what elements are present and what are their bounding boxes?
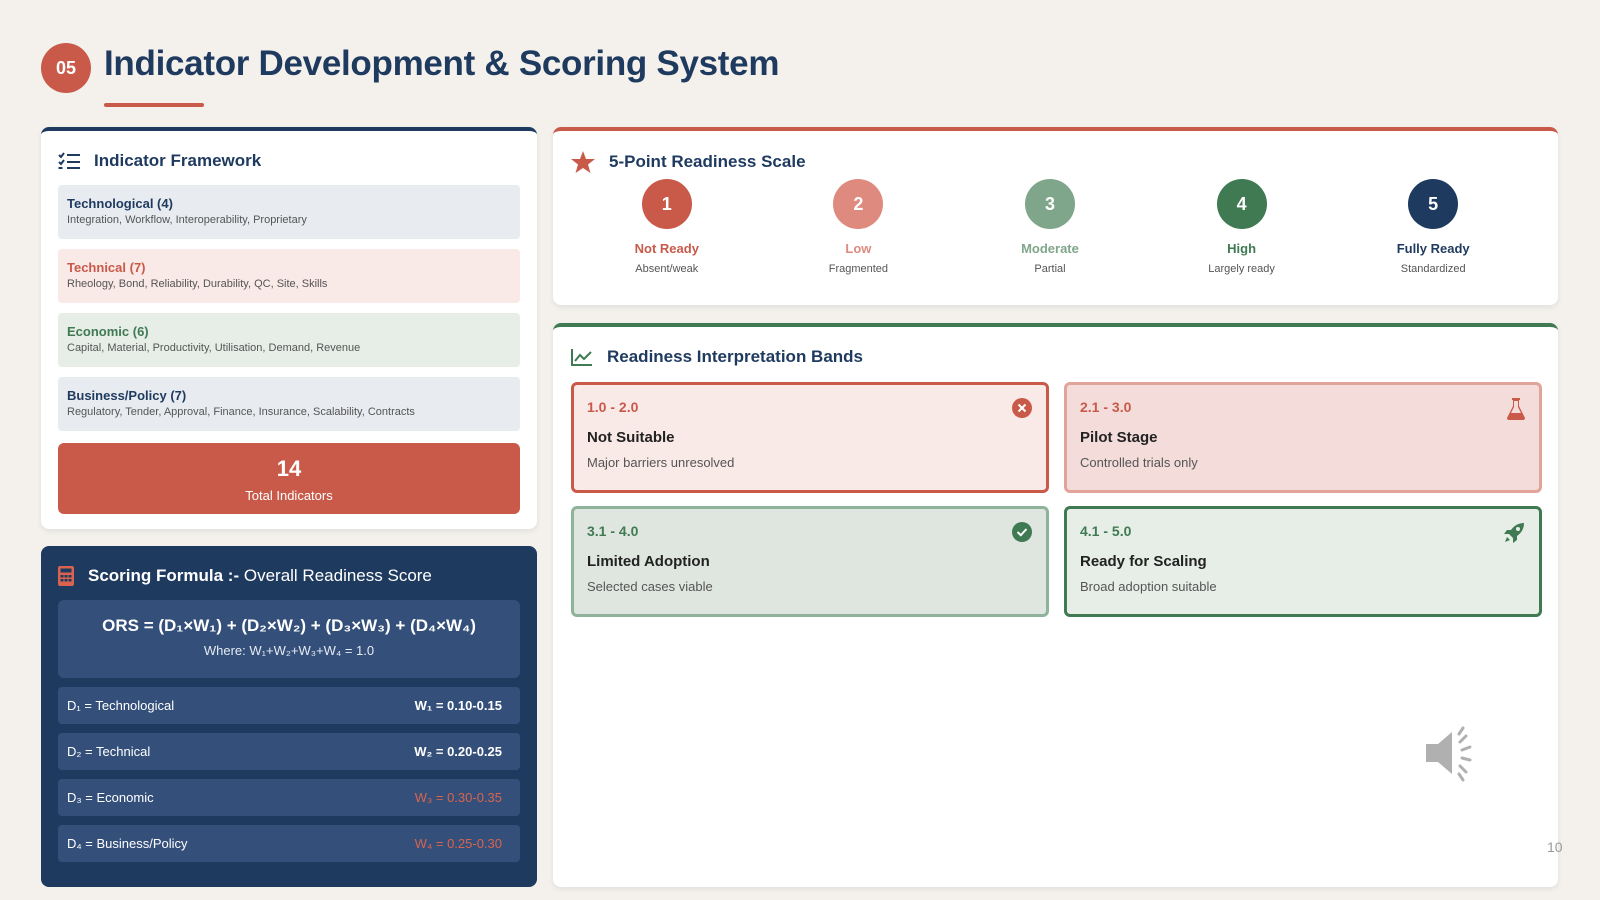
scale-level-label: Low (845, 241, 872, 256)
band-desc: Controlled trials only (1080, 455, 1198, 470)
scale-level-circle: 2 (833, 179, 884, 229)
band-desc: Broad adoption suitable (1080, 579, 1217, 594)
dimension-name: D₄ = Business/Policy (67, 836, 188, 851)
scale-levels: 1 Not Ready Absent/weak 2 Low Fragmented… (571, 179, 1541, 275)
framework-item-technical: Technical (7) Rheology, Bond, Reliabilit… (58, 249, 520, 303)
dimension-row-business-policy: D₄ = Business/Policy W₄ = 0.25-0.30 (58, 825, 520, 862)
bands-header: Readiness Interpretation Bands (571, 347, 1541, 367)
band-pilot-stage: 2.1 - 3.0 Pilot Stage Controlled trials … (1064, 382, 1542, 493)
band-range: 4.1 - 5.0 (1080, 523, 1132, 539)
list-check-icon (58, 152, 80, 169)
framework-list: Technological (4) Integration, Workflow,… (58, 185, 520, 431)
framework-item-subtitle: Rheology, Bond, Reliability, Durability,… (67, 278, 328, 290)
total-indicators-value: 14 (276, 456, 302, 481)
scale-level-label: Fully Ready (1396, 241, 1470, 256)
dimension-weight: W₄ = 0.25-0.30 (414, 836, 502, 851)
dimension-weight: W₁ = 0.10-0.15 (414, 698, 502, 713)
scale-level-label: Not Ready (634, 241, 699, 256)
scale-level-label: High (1227, 241, 1257, 256)
bands-grid: 1.0 - 2.0 Not Suitable Major barriers un… (571, 382, 1542, 617)
formula-header: Scoring Formula :- Overall Readiness Sco… (58, 566, 520, 586)
band-desc: Major barriers unresolved (587, 455, 735, 470)
framework-title: Indicator Framework (94, 151, 262, 170)
total-indicators-box: 14 Total Indicators (58, 443, 520, 514)
speaker-icon[interactable] (1422, 722, 1484, 784)
band-range: 3.1 - 4.0 (587, 523, 639, 539)
scale-level-5: 5 Fully Ready Standardized (1358, 179, 1508, 275)
scale-header: 5-Point Readiness Scale (571, 151, 1541, 173)
page-number: 10 (1547, 839, 1563, 855)
band-range: 2.1 - 3.0 (1080, 399, 1132, 415)
framework-item-title: Technological (4) (67, 196, 173, 211)
band-title: Not Suitable (587, 429, 675, 446)
scale-level-desc: Absent/weak (635, 263, 699, 275)
scale-level-circle: 3 (1024, 179, 1075, 229)
x-circle-icon (1012, 398, 1032, 418)
formula-equation-box: ORS = (D₁×W₁) + (D₂×W₂) + (D₃×W₃) + (D₄×… (58, 600, 520, 678)
framework-header: Indicator Framework (58, 151, 520, 171)
band-desc: Selected cases viable (587, 579, 713, 594)
readiness-scale-card: 5-Point Readiness Scale 1 Not Ready Abse… (553, 127, 1558, 305)
scale-level-desc: Fragmented (828, 263, 889, 275)
scale-level-4: 4 High Largely ready (1167, 179, 1317, 275)
bands-title: Readiness Interpretation Bands (607, 347, 864, 366)
flask-icon (1507, 398, 1525, 420)
framework-item-economic: Economic (6) Capital, Material, Producti… (58, 313, 520, 367)
band-title: Pilot Stage (1080, 429, 1158, 446)
framework-item-subtitle: Regulatory, Tender, Approval, Finance, I… (67, 406, 415, 418)
scale-level-circle: 1 (641, 179, 692, 229)
scale-level-circle: 4 (1216, 179, 1267, 229)
dimension-name: D₃ = Economic (67, 790, 154, 805)
scale-level-label: Moderate (1021, 241, 1079, 256)
rocket-icon (1504, 523, 1524, 543)
title-underline (104, 103, 204, 107)
scoring-formula-card: Scoring Formula :- Overall Readiness Sco… (41, 546, 537, 887)
scale-level-desc: Standardized (1400, 263, 1466, 275)
line-chart-icon (571, 349, 592, 366)
scale-level-2: 2 Low Fragmented (783, 179, 933, 275)
scale-level-desc: Partial (1034, 263, 1066, 275)
framework-item-title: Economic (6) (67, 324, 149, 339)
framework-item-title: Technical (7) (67, 260, 146, 275)
scale-level-1: 1 Not Ready Absent/weak (592, 179, 742, 275)
dimension-row-technical: D₂ = Technical W₂ = 0.20-0.25 (58, 733, 520, 770)
check-circle-icon (1012, 522, 1032, 542)
calculator-icon (58, 566, 74, 586)
formula-where: Where: W₁+W₂+W₃+W₄ = 1.0 (203, 643, 375, 658)
interpretation-bands-card: Readiness Interpretation Bands 1.0 - 2.0… (553, 323, 1558, 887)
scale-level-circle: 5 (1408, 179, 1459, 229)
scale-level-desc: Largely ready (1208, 263, 1275, 275)
section-number-badge: 05 (41, 43, 91, 93)
dimension-name: D₂ = Technical (67, 744, 151, 759)
formula-title-rest: Overall Readiness Score (243, 566, 432, 585)
scale-level-3: 3 Moderate Partial (975, 179, 1125, 275)
band-title: Limited Adoption (587, 553, 710, 570)
dimension-row-technological: D₁ = Technological W₁ = 0.10-0.15 (58, 687, 520, 724)
framework-item-title: Business/Policy (7) (67, 388, 187, 403)
framework-item-business-policy: Business/Policy (7) Regulatory, Tender, … (58, 377, 520, 431)
dimension-weight: W₂ = 0.20-0.25 (414, 744, 502, 759)
dimension-weight: W₃ = 0.30-0.35 (414, 790, 502, 805)
total-indicators-label: Total Indicators (245, 488, 333, 503)
band-limited-adoption: 3.1 - 4.0 Limited Adoption Selected case… (571, 506, 1049, 617)
band-ready-for-scaling: 4.1 - 5.0 Ready for Scaling Broad adopti… (1064, 506, 1542, 617)
band-range: 1.0 - 2.0 (587, 399, 639, 415)
star-icon (571, 151, 595, 173)
framework-item-subtitle: Integration, Workflow, Interoperability,… (67, 214, 307, 226)
band-title: Ready for Scaling (1080, 553, 1207, 570)
formula-title-bold: Scoring Formula :- (88, 566, 240, 585)
formula-equation: ORS = (D₁×W₁) + (D₂×W₂) + (D₃×W₃) + (D₄×… (102, 616, 476, 635)
dimension-name: D₁ = Technological (67, 698, 175, 713)
framework-item-subtitle: Capital, Material, Productivity, Utilisa… (67, 342, 361, 354)
indicator-framework-card: Indicator Framework Technological (4) In… (41, 127, 537, 529)
band-not-suitable: 1.0 - 2.0 Not Suitable Major barriers un… (571, 382, 1049, 493)
scale-title: 5-Point Readiness Scale (609, 152, 806, 171)
dimension-row-economic: D₃ = Economic W₃ = 0.30-0.35 (58, 779, 520, 816)
page-title: Indicator Development & Scoring System (104, 44, 780, 83)
framework-item-technological: Technological (4) Integration, Workflow,… (58, 185, 520, 239)
